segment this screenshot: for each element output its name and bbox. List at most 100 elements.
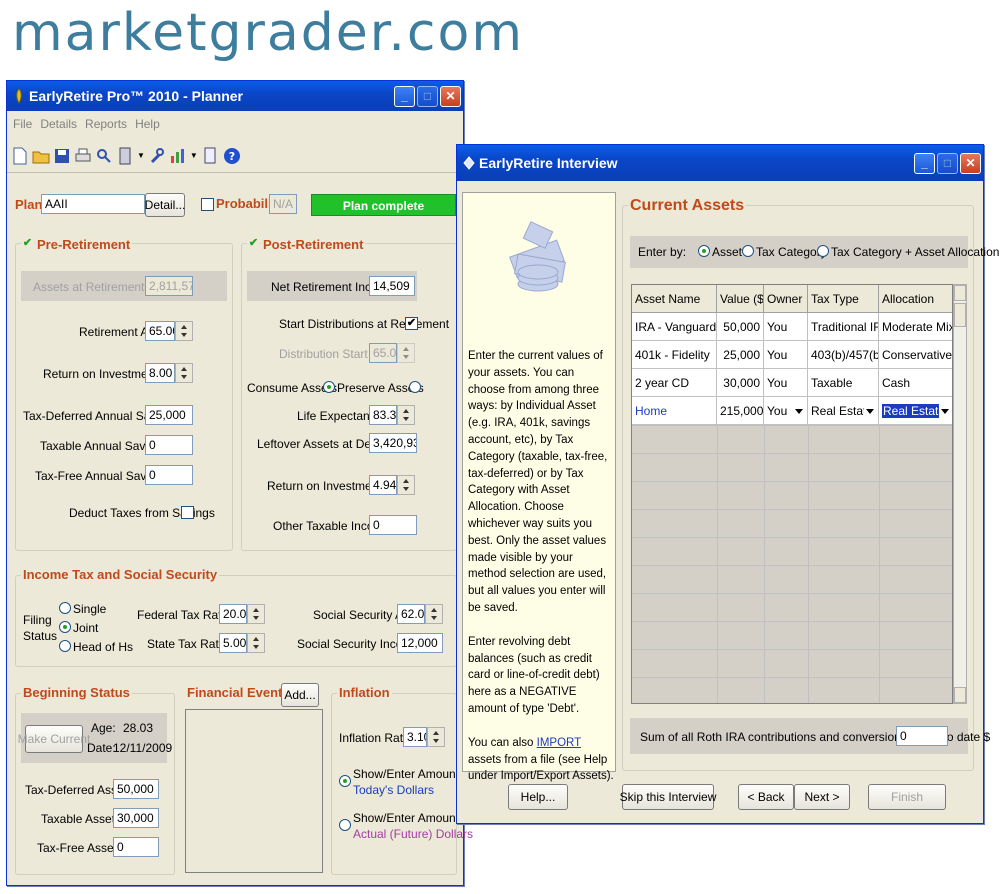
tax-type-dropdown-icon[interactable]: [864, 404, 876, 418]
probability-checkbox[interactable]: [201, 198, 214, 211]
calculator-icon[interactable]: [116, 146, 134, 166]
table-row[interactable]: 401k - Fidelity 25,000 You 403(b)/457(b)…: [632, 341, 952, 369]
preserve-assets-radio[interactable]: [409, 381, 421, 393]
owner-dropdown-icon[interactable]: [793, 404, 805, 418]
tools-icon[interactable]: [95, 146, 113, 166]
filing-single-radio[interactable]: [59, 602, 71, 614]
next-button[interactable]: Next >: [794, 784, 850, 810]
finish-button[interactable]: Finish: [868, 784, 946, 810]
state-tax-spinner[interactable]: [247, 633, 265, 653]
deduct-taxes-checkbox[interactable]: [181, 506, 194, 519]
financial-events-list[interactable]: [185, 709, 323, 873]
dist-start-age-input: 65.00: [369, 343, 397, 363]
state-tax-input[interactable]: 5.00: [219, 633, 247, 653]
pre-roi-spinner[interactable]: [175, 363, 193, 383]
start-dist-checkbox[interactable]: ✔: [405, 317, 418, 330]
back-button[interactable]: < Back: [738, 784, 794, 810]
taxable-savings-input[interactable]: 0: [145, 435, 193, 455]
assets-table-scrollbar[interactable]: [953, 284, 967, 704]
tax-free-assets-input[interactable]: 0: [113, 837, 159, 857]
interview-titlebar[interactable]: EarlyRetire Interview _ □ ✕: [457, 145, 983, 181]
minimize-button[interactable]: _: [394, 85, 415, 107]
filing-head-radio[interactable]: [59, 640, 71, 652]
post-roi-spinner[interactable]: [397, 475, 415, 495]
retirement-age-spinner[interactable]: [175, 321, 193, 341]
print-icon[interactable]: [74, 146, 92, 166]
filing-head-label: Head of Hs: [73, 640, 134, 654]
scroll-down-icon[interactable]: [954, 687, 966, 703]
future-dollars-radio[interactable]: [339, 819, 351, 831]
skip-interview-button[interactable]: Skip this Interview: [620, 784, 716, 810]
column-header[interactable]: Allocation: [879, 285, 952, 313]
menu-reports[interactable]: Reports: [85, 117, 127, 133]
ss-age-input[interactable]: 62.00: [397, 604, 425, 624]
import-link[interactable]: IMPORT: [537, 737, 581, 749]
plan-name-input[interactable]: AAII: [41, 194, 145, 214]
retirement-age-input[interactable]: 65.00: [145, 321, 175, 341]
financial-events-title: Financial Events: [185, 685, 292, 701]
column-header[interactable]: Value ($): [717, 285, 764, 313]
federal-tax-spinner[interactable]: [247, 604, 265, 624]
column-header[interactable]: Tax Type: [808, 285, 879, 313]
scroll-thumb[interactable]: [954, 303, 966, 327]
todays-dollars-line2: Today's Dollars: [353, 783, 434, 797]
tax-free-savings-input[interactable]: 0: [145, 465, 193, 485]
consume-assets-radio[interactable]: [323, 381, 335, 393]
help-paragraph-1: Enter the current values of your assets.…: [468, 350, 608, 614]
dropdown-arrow-icon-2[interactable]: ▼: [190, 151, 198, 160]
dist-start-age-spinner: [397, 343, 415, 363]
new-icon[interactable]: [11, 146, 29, 166]
ss-age-spinner[interactable]: [425, 604, 443, 624]
taxable-assets-input[interactable]: 30,000: [113, 808, 159, 828]
interview-maximize-button[interactable]: □: [937, 152, 958, 174]
detail-button[interactable]: Detail...: [145, 193, 185, 217]
help-button[interactable]: Help...: [508, 784, 568, 810]
add-event-button[interactable]: Add...: [281, 683, 319, 707]
menu-details[interactable]: Details: [40, 117, 77, 133]
chart-icon[interactable]: [169, 146, 187, 166]
inflation-rate-spinner[interactable]: [427, 727, 445, 747]
todays-dollars-radio[interactable]: [339, 775, 351, 787]
other-income-input[interactable]: 0: [369, 515, 417, 535]
pre-retirement-checkbox[interactable]: ✔: [21, 238, 34, 251]
table-row[interactable]: 2 year CD 30,000 You Taxable Cash: [632, 369, 952, 397]
enter-by-tax-radio[interactable]: [742, 245, 754, 257]
column-header[interactable]: Owner: [764, 285, 808, 313]
column-header[interactable]: Asset Name: [632, 285, 717, 313]
tax-deferred-assets-input[interactable]: 50,000: [113, 779, 159, 799]
post-roi-input[interactable]: 4.94: [369, 475, 397, 495]
allocation-selected[interactable]: Real Estate: [882, 404, 947, 418]
federal-tax-input[interactable]: 20.00: [219, 604, 247, 624]
enter-by-alloc-radio[interactable]: [817, 245, 829, 257]
open-icon[interactable]: [32, 146, 50, 166]
filing-joint-radio[interactable]: [59, 621, 71, 633]
roth-input[interactable]: 0: [896, 726, 948, 746]
close-button[interactable]: ✕: [440, 85, 461, 107]
pre-roi-input[interactable]: 8.00: [145, 363, 175, 383]
allocation-dropdown-icon[interactable]: [939, 404, 951, 418]
save-icon[interactable]: [53, 146, 71, 166]
interview-close-button[interactable]: ✕: [960, 152, 981, 174]
inflation-rate-input[interactable]: 3.10: [403, 727, 427, 747]
tax-deferred-savings-input[interactable]: 25,000: [145, 405, 193, 425]
device-icon[interactable]: [201, 146, 219, 166]
beginning-status-title: Beginning Status: [21, 685, 132, 701]
menu-help[interactable]: Help: [135, 117, 160, 133]
table-row[interactable]: IRA - Vanguard 50,000 You Traditional IR…: [632, 313, 952, 341]
interview-minimize-button[interactable]: _: [914, 152, 935, 174]
life-expectancy-spinner[interactable]: [397, 405, 415, 425]
make-current-button[interactable]: Make Current: [18, 725, 90, 753]
maximize-button[interactable]: □: [417, 85, 438, 107]
wrench-icon[interactable]: [148, 146, 166, 166]
life-expectancy-input[interactable]: 83.33: [369, 405, 397, 425]
scroll-up-icon[interactable]: [954, 285, 966, 301]
interview-title: EarlyRetire Interview: [479, 155, 618, 171]
help-icon[interactable]: ?: [222, 146, 242, 166]
menu-file[interactable]: File: [13, 117, 32, 133]
planner-titlebar[interactable]: EarlyRetire Pro™ 2010 - Planner _ □ ✕: [7, 81, 463, 111]
start-dist-label: Start Distributions at Retirement: [279, 317, 450, 331]
ss-income-input[interactable]: 12,000: [397, 633, 443, 653]
enter-by-asset-radio[interactable]: [698, 245, 710, 257]
post-retirement-checkbox[interactable]: ✔: [247, 238, 260, 251]
dropdown-arrow-icon[interactable]: ▼: [137, 151, 145, 160]
